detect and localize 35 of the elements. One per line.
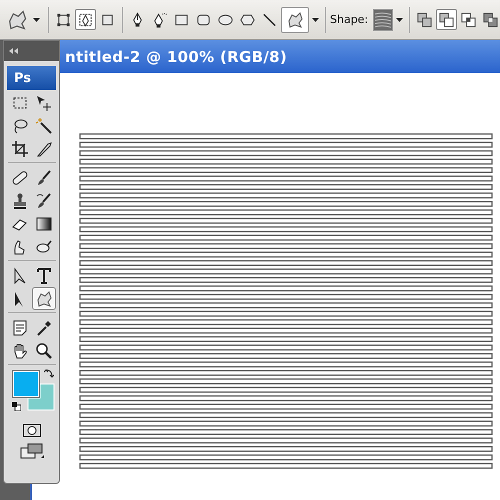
default-colors-icon[interactable] xyxy=(12,402,20,411)
type-icon xyxy=(34,266,52,284)
note-icon xyxy=(10,318,28,336)
caret-icon[interactable] xyxy=(33,18,40,22)
star-shape-icon xyxy=(34,290,52,308)
windows-icon xyxy=(20,443,44,459)
zoom-icon xyxy=(34,342,52,360)
caret-icon[interactable] xyxy=(312,18,319,22)
collapse-icon[interactable] xyxy=(9,48,18,54)
crop-icon xyxy=(10,140,28,158)
mask-icon xyxy=(22,424,40,437)
squares-exclude-icon xyxy=(482,10,500,28)
shape-preview[interactable] xyxy=(373,8,394,30)
document-title: ntitled-2 @ 100% (RGB/8) xyxy=(65,48,288,66)
background-color-swatch[interactable] xyxy=(27,384,54,410)
foreground-color-swatch[interactable] xyxy=(12,371,38,397)
shape-label: Shape: xyxy=(330,13,368,26)
squares-add-icon xyxy=(416,10,434,28)
app-logo: Ps xyxy=(7,66,56,90)
swap-arrows-icon[interactable] xyxy=(44,369,54,379)
squares-subtract-icon xyxy=(438,10,456,28)
tool-button[interactable] xyxy=(436,9,458,30)
move-icon xyxy=(34,94,52,112)
tool-button[interactable] xyxy=(281,6,309,32)
star-shape-icon xyxy=(286,10,304,28)
magic-wand-icon xyxy=(34,116,52,134)
eyedropper-icon xyxy=(34,318,52,336)
gradient-icon xyxy=(34,214,52,232)
tool-button[interactable] xyxy=(75,9,96,30)
knife-icon xyxy=(34,140,52,158)
tool-button[interactable] xyxy=(32,287,56,310)
star-shape-icon xyxy=(6,8,28,30)
brush-icon xyxy=(34,192,52,210)
caret-icon[interactable] xyxy=(396,18,404,22)
squares-intersect-icon xyxy=(460,10,478,28)
